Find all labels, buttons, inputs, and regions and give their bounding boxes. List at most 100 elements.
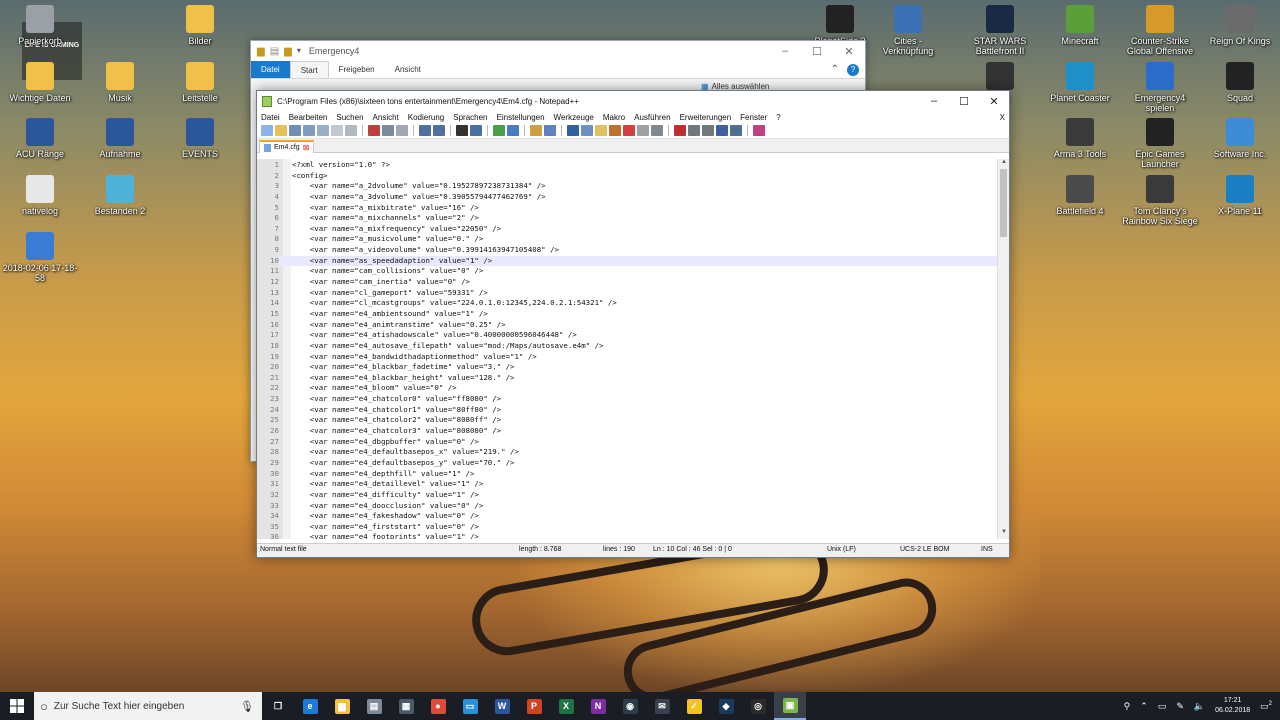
toolbar-button-icon[interactable] [716, 125, 728, 136]
status-eol[interactable]: Unix (LF) [827, 546, 856, 553]
toolbar-button-icon[interactable] [396, 125, 408, 136]
code-line[interactable]: 5 <var name="a_mixbitrate" value="16" /> [257, 203, 997, 214]
code-line[interactable]: 31 <var name="e4_detaillevel" value="1" … [257, 479, 997, 490]
taskbar-button[interactable]: ● [422, 692, 454, 720]
code-line[interactable]: 35 <var name="e4_firststart" value="0" /… [257, 522, 997, 533]
taskbar-button[interactable]: ◉ [614, 692, 646, 720]
desktop-shortcut[interactable]: 2018-02-06 17-18-58 [2, 232, 78, 284]
menu-item[interactable]: Kodierung [408, 113, 449, 122]
minimize-button[interactable]: – [919, 95, 949, 108]
taskbar-button[interactable]: e [294, 692, 326, 720]
code-line[interactable]: 10 <var name="as_speedadaption" value="1… [257, 255, 997, 267]
toolbar-button-icon[interactable] [382, 125, 394, 136]
code-line[interactable]: 21 <var name="e4_blackbar_height" value=… [257, 373, 997, 384]
document-tab[interactable]: Em4.cfg ⊠ [259, 140, 315, 153]
toolbar-button-icon[interactable] [623, 125, 635, 136]
code-line[interactable]: 11 <var name="cam_collisions" value="0" … [257, 266, 997, 277]
notification-center-icon[interactable]: ▭2 [1260, 701, 1272, 712]
taskbar-button[interactable]: N [582, 692, 614, 720]
menu-item[interactable]: Bearbeiten [289, 113, 333, 122]
maximize-button[interactable]: ☐ [949, 95, 979, 108]
taskbar-button[interactable]: ▤ [358, 692, 390, 720]
code-line[interactable]: 1 <?xml version="1.0" ?> [257, 160, 997, 171]
menu-item[interactable]: Datei [261, 113, 285, 122]
menu-item[interactable]: Ansicht [373, 113, 404, 122]
desktop-shortcut[interactable]: Reign Of Kings [1202, 5, 1278, 46]
close-button[interactable]: ✕ [833, 45, 865, 58]
code-line[interactable]: 3 <var name="a_2dvolume" value="0.195278… [257, 181, 997, 192]
search-box[interactable]: ○ Zur Suche Text hier eingeben 🎙 [34, 692, 262, 720]
menu-item[interactable]: Ausführen [634, 113, 675, 122]
toolbar-button-icon[interactable] [651, 125, 663, 136]
scroll-up-arrow[interactable]: ▲ [998, 159, 1009, 169]
desktop-shortcut[interactable]: Cities - Verknüpfung [870, 5, 946, 57]
desktop-shortcut[interactable]: Aufnahme [82, 118, 158, 159]
desktop-shortcut[interactable]: Bilder [162, 5, 238, 46]
code-line[interactable]: 24 <var name="e4_chatcolor1" value="80ff… [257, 405, 997, 416]
desktop-shortcut[interactable]: Tom Clancy's Rainbow Six Siege [1122, 175, 1198, 227]
code-line[interactable]: 19 <var name="e4_bandwidthadaptionmethod… [257, 352, 997, 363]
toolbar-button-icon[interactable] [674, 125, 686, 136]
code-line[interactable]: 33 <var name="e4_doocclusion" value="0" … [257, 501, 997, 512]
desktop-shortcut[interactable]: Emergency4 spielen [1122, 62, 1198, 114]
taskbar-button[interactable]: ▦ [390, 692, 422, 720]
code-line[interactable]: 4 <var name="a_3dvolume" value="0.390557… [257, 192, 997, 203]
people-icon[interactable]: ⚲ [1124, 701, 1131, 712]
code-line[interactable]: 32 <var name="e4_difficulty" value="1" /… [257, 490, 997, 501]
menu-item[interactable]: Suchen [336, 113, 368, 122]
toolbar-button-icon[interactable] [345, 125, 357, 136]
toolbar-button-icon[interactable] [289, 125, 301, 136]
desktop-shortcut[interactable]: STAR WARS Battlefront II [962, 5, 1038, 57]
new-folder-icon[interactable]: ▆ [284, 46, 292, 57]
toolbar-button-icon[interactable] [331, 125, 343, 136]
code-line[interactable]: 30 <var name="e4_depthfill" value="1" /> [257, 469, 997, 480]
code-line[interactable]: 9 <var name="a_videovolume" value="0.399… [257, 245, 997, 256]
code-line[interactable]: 16 <var name="e4_animtranstime" value="0… [257, 320, 997, 331]
desktop-shortcut[interactable]: Arma 3 Tools [1042, 118, 1118, 159]
chevron-down-icon[interactable]: ▾ [297, 46, 301, 57]
menu-item[interactable]: Einstellungen [497, 113, 550, 122]
desktop-shortcut[interactable]: X-Plane 11 [1202, 175, 1278, 216]
toolbar-button-icon[interactable] [419, 125, 431, 136]
code-line[interactable]: 36 <var name="e4_footprints" value="1" /… [257, 532, 997, 539]
menu-item[interactable]: ? [776, 113, 785, 122]
toolbar-button-icon[interactable] [507, 125, 519, 136]
vertical-scrollbar[interactable]: ▲ ▼ [997, 159, 1009, 539]
toolbar-button-icon[interactable] [730, 125, 742, 136]
taskbar-button[interactable]: ▣ [774, 692, 806, 720]
start-button[interactable] [0, 692, 34, 720]
scrollbar-thumb[interactable] [1000, 169, 1007, 237]
code-editor[interactable]: 1 <?xml version="1.0" ?> 2 <config> 3 <var n… [257, 159, 1009, 539]
code-line[interactable]: 8 <var name="a_musicvolume" value="0." /… [257, 234, 997, 245]
desktop-shortcut[interactable]: Bestanden 2 [82, 175, 158, 216]
taskbar-button[interactable]: W [486, 692, 518, 720]
code-line[interactable]: 17 <var name="e4_atishadowscale" value="… [257, 330, 997, 341]
desktop-shortcut[interactable]: Wichtige Daten [2, 62, 78, 103]
code-line[interactable]: 23 <var name="e4_chatcolor0" value="ff80… [257, 394, 997, 405]
taskbar-button[interactable]: X [550, 692, 582, 720]
close-tab-icon[interactable]: ⊠ [303, 143, 310, 152]
scroll-down-arrow[interactable]: ▼ [998, 529, 1009, 539]
toolbar-button-icon[interactable] [456, 125, 468, 136]
toolbar-button-icon[interactable] [317, 125, 329, 136]
menu-item[interactable]: Werkzeuge [554, 113, 599, 122]
chevron-up-icon[interactable]: ⌃ [1140, 701, 1148, 712]
desktop-shortcut[interactable]: ACU Ränge [2, 118, 78, 159]
desktop-shortcut[interactable]: Software Inc. [1202, 118, 1278, 159]
taskbar-button[interactable]: ✓ [678, 692, 710, 720]
toolbar-button-icon[interactable] [303, 125, 315, 136]
desktop-shortcut[interactable]: Counter-Strike Global Offensive [1122, 5, 1198, 57]
toolbar-button-icon[interactable] [637, 125, 649, 136]
taskbar-button[interactable]: ◆ [710, 692, 742, 720]
toolbar-button-icon[interactable] [275, 125, 287, 136]
taskbar-button[interactable]: P [518, 692, 550, 720]
code-line[interactable]: 20 <var name="e4_blackbar_fadetime" valu… [257, 362, 997, 373]
desktop-shortcut[interactable]: Minecraft [1042, 5, 1118, 46]
help-icon[interactable]: ? [847, 63, 859, 76]
code-line[interactable]: 15 <var name="e4_ambientsound" value="1"… [257, 309, 997, 320]
minimize-button[interactable]: – [769, 45, 801, 58]
code-line[interactable]: 26 <var name="e4_chatcolor3" value="8080… [257, 426, 997, 437]
close-button[interactable]: ✕ [979, 95, 1009, 108]
desktop-shortcut[interactable]: Leitstelle [162, 62, 238, 103]
desktop-shortcut[interactable]: Battlefield 4 [1042, 175, 1118, 216]
